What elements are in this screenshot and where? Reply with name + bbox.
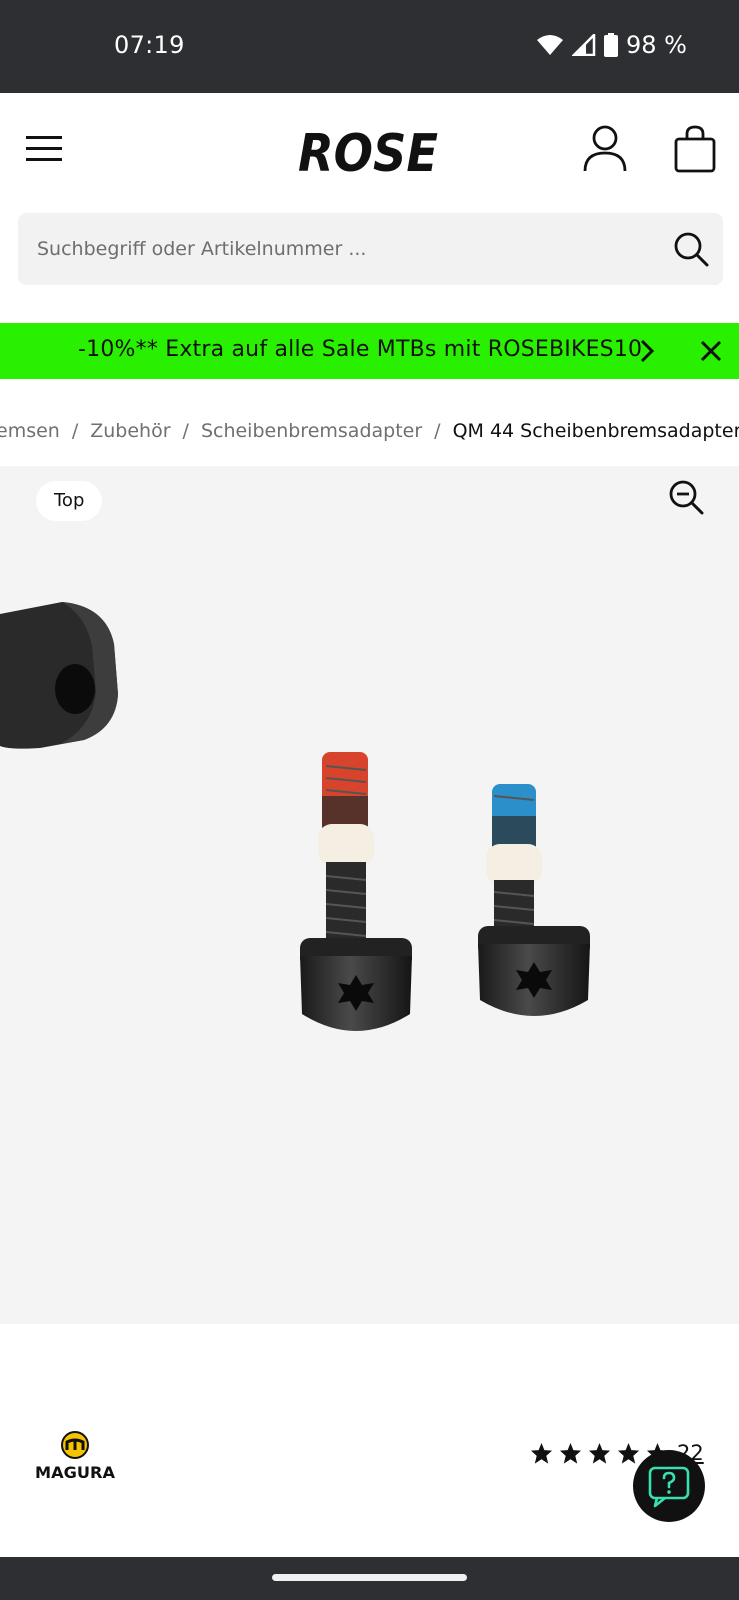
zoom-button[interactable]: [668, 479, 704, 515]
breadcrumb-current: QM 44 Scheibenbremsadapter: [452, 420, 739, 442]
search-box: [18, 213, 723, 285]
star-icon: [530, 1442, 553, 1464]
help-chat-button[interactable]: [633, 1450, 705, 1522]
search-icon: [674, 232, 709, 267]
home-indicator[interactable]: [272, 1574, 467, 1581]
battery-icon: [604, 33, 619, 57]
product-gallery[interactable]: Top: [0, 466, 739, 1324]
zoom-out-icon: [669, 480, 704, 515]
star-icon: [617, 1442, 640, 1464]
top-badge: Top: [36, 481, 103, 521]
promo-banner[interactable]: -10%** Extra auf alle Sale MTBs mit ROSE…: [0, 323, 739, 379]
breadcrumb-item[interactable]: emsen: [0, 420, 60, 442]
breadcrumb-separator: /: [182, 420, 189, 442]
wifi-icon: [537, 35, 564, 55]
breadcrumb-separator: /: [434, 420, 441, 442]
status-icons: 98 %: [536, 31, 687, 59]
search-button[interactable]: [673, 231, 709, 267]
menu-icon: [26, 136, 62, 161]
breadcrumb-item[interactable]: Scheibenbremsadapter: [201, 420, 422, 442]
star-icon: [588, 1442, 611, 1464]
user-icon: [583, 125, 627, 172]
product-image: [0, 602, 590, 1031]
site-header: ROSE: [0, 93, 739, 209]
chevron-right-icon[interactable]: [636, 339, 658, 363]
status-time: 07:19: [114, 31, 185, 59]
battery-percent: 98 %: [626, 31, 687, 59]
breadcrumb-separator: /: [71, 420, 79, 442]
cart-button[interactable]: [674, 125, 716, 173]
help-chat-icon: [648, 1466, 690, 1508]
search-input[interactable]: [18, 213, 658, 285]
brand-logo-magura[interactable]: MAGURA: [34, 1430, 116, 1482]
breadcrumb-item[interactable]: Zubehör: [90, 420, 170, 442]
promo-text[interactable]: -10%** Extra auf alle Sale MTBs mit ROSE…: [78, 337, 642, 362]
adapter-block: [0, 602, 118, 749]
bolt-blue: [478, 784, 590, 1016]
close-icon[interactable]: [700, 340, 722, 362]
menu-button[interactable]: [26, 134, 62, 164]
logo-text: ROSE: [298, 124, 438, 179]
breadcrumb: emsen / Zubehör / Scheibenbremsadapter /…: [0, 416, 739, 446]
status-bar: 07:19 98 %: [0, 0, 739, 93]
brand-name: MAGURA: [35, 1463, 116, 1482]
cell-signal-icon: [572, 34, 596, 56]
rose-logo[interactable]: ROSE: [296, 123, 440, 184]
account-button[interactable]: [582, 125, 628, 173]
star-icon: [559, 1442, 582, 1464]
bolt-red: [300, 752, 412, 1031]
shopping-bag-icon: [674, 125, 716, 173]
system-nav-bar: [0, 1557, 739, 1600]
